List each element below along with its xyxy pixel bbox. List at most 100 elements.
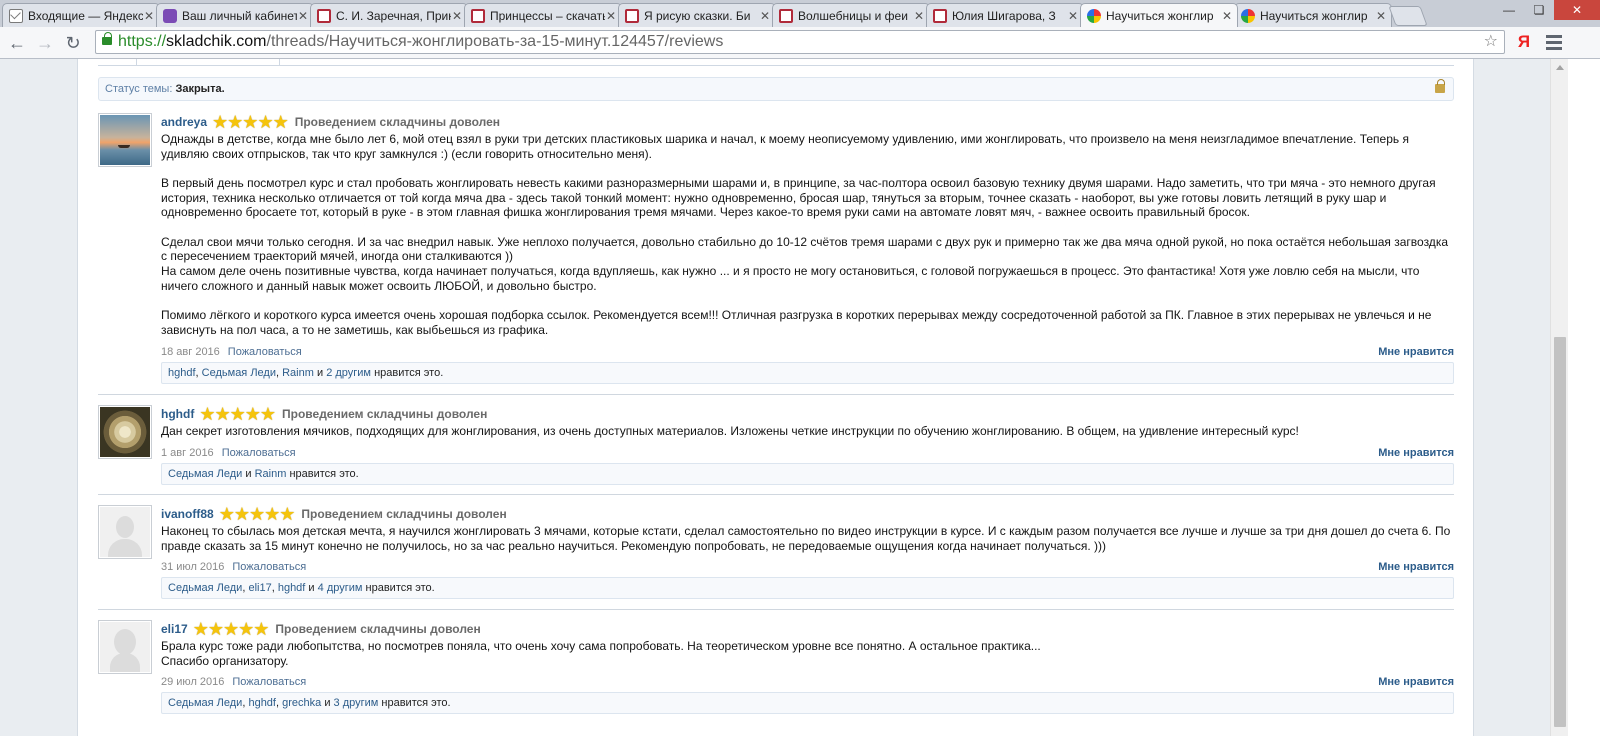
browser-toolbar: ← → ↻ https://skladchik.com/threads/Науч… <box>0 27 1600 59</box>
review-paragraph: Сделал свои мячи только сегодня. И за ча… <box>161 234 1448 293</box>
browser-tab-8[interactable]: Научиться жонглир ✕ <box>1080 3 1238 27</box>
likes-suffix: нравится это. <box>374 366 444 379</box>
page-scrollbar[interactable] <box>1550 59 1569 736</box>
liker-link[interactable]: eli17 <box>248 582 271 594</box>
bookmark-star-icon[interactable]: ☆ <box>1484 31 1498 53</box>
username-link[interactable]: andreya <box>161 115 207 129</box>
close-tab-icon[interactable]: ✕ <box>1221 9 1233 23</box>
cube-icon <box>163 8 177 23</box>
browser-tab-6[interactable]: Волшебницы и феи ✕ <box>772 3 930 27</box>
browser-tab-3[interactable]: С. И. Заречная, Прин ✕ <box>310 3 468 27</box>
like-button[interactable]: Мне нравится <box>1378 344 1454 360</box>
review-content: eli17 ★★★★★ Проведением складчины доволен Б… <box>161 620 1454 715</box>
browser-tab-4[interactable]: Принцессы – скачать ✕ <box>464 3 622 27</box>
minimize-icon[interactable]: — <box>1494 0 1524 20</box>
username-link[interactable]: hghdf <box>161 407 194 421</box>
liker-link[interactable]: Седьмая Леди <box>168 468 242 480</box>
liker-link[interactable]: Седьмая Леди <box>168 582 242 594</box>
likers-more-link[interactable]: Rainm <box>255 468 287 480</box>
report-link[interactable]: Пожаловаться <box>232 561 306 573</box>
likers-more-link[interactable]: 3 другим <box>334 697 379 709</box>
menu-icon[interactable] <box>1546 35 1562 53</box>
close-tab-icon[interactable]: ✕ <box>759 9 771 23</box>
likes-summary: Седьмая Леди и Rainm нравится это. <box>161 462 1454 485</box>
review-divider <box>98 394 1454 395</box>
close-tab-icon[interactable]: ✕ <box>297 9 309 23</box>
username-link[interactable]: ivanoff88 <box>161 507 214 521</box>
new-tab-button[interactable] <box>1388 6 1428 26</box>
browser-tab-9[interactable]: Научиться жонглир ✕ <box>1234 3 1392 27</box>
liker-link[interactable]: hghdf <box>168 367 196 379</box>
tab-title: Ваш личный кабинет <box>182 8 297 23</box>
avatar-image <box>100 507 150 557</box>
back-arrow-icon[interactable]: ← <box>6 32 28 54</box>
likers-more-link[interactable]: 4 другим <box>318 582 363 594</box>
review-meta: 31 июл 2016 Пожаловаться Мне нравится <box>161 559 1454 575</box>
review-header: ivanoff88 ★★★★★ Проведением складчины дово… <box>161 505 1454 523</box>
browser-tab-1[interactable]: Входящие — Яндекс.Почта✕ <box>2 3 160 27</box>
close-tab-icon[interactable]: ✕ <box>605 9 617 23</box>
review-paragraph: В первый день посмотрел курс и стал проб… <box>161 176 1436 220</box>
avatar[interactable] <box>98 505 152 559</box>
tab-reviews[interactable] <box>136 59 280 66</box>
review-paragraph: Однажды в детстве, когда мне было лет 6,… <box>161 132 1409 161</box>
close-tab-icon[interactable]: ✕ <box>913 9 925 23</box>
browser-tab-bar: Входящие — Яндекс.Почта✕Ваш личный кабин… <box>0 0 1600 27</box>
book-icon <box>317 8 331 23</box>
username-link[interactable]: eli17 <box>161 622 188 636</box>
close-tab-icon[interactable]: ✕ <box>451 9 463 23</box>
likers-join-word: и <box>324 697 331 710</box>
likers-more-link[interactable]: 2 другим <box>326 367 371 379</box>
avatar[interactable] <box>98 405 152 459</box>
likes-suffix: нравится это. <box>365 582 435 595</box>
window-controls: — ❏ ✕ <box>1494 0 1600 20</box>
avatar[interactable] <box>98 113 152 167</box>
browser-tab-7[interactable]: Юлия Шигарова, З ✕ <box>926 3 1084 27</box>
report-link[interactable]: Пожаловаться <box>228 346 302 358</box>
close-tab-icon[interactable]: ✕ <box>143 9 155 23</box>
reload-icon[interactable]: ↻ <box>62 32 84 54</box>
like-button[interactable]: Мне нравится <box>1378 674 1454 690</box>
scroll-up-arrow-icon[interactable] <box>1556 65 1564 70</box>
review-text: Наконец то сбылась моя детская мечта, я … <box>161 524 1454 553</box>
close-tab-icon[interactable]: ✕ <box>1375 9 1387 23</box>
browser-tab-5[interactable]: Я рисую сказки. Би ✕ <box>618 3 776 27</box>
liker-link[interactable]: Rainm <box>282 367 314 379</box>
tab-title: Принцессы – скачать <box>490 8 605 23</box>
rating-text: Проведением складчины доволен <box>294 115 501 129</box>
liker-link[interactable]: grechka <box>282 697 321 709</box>
url-scheme: https:// <box>118 33 167 50</box>
report-link[interactable]: Пожаловаться <box>222 447 296 459</box>
review-date: 31 июл 2016 <box>161 561 225 574</box>
rating-text: Проведением складчины доволен <box>275 622 481 636</box>
like-button[interactable]: Мне нравится <box>1378 559 1454 575</box>
likers-join-word: и <box>308 582 315 595</box>
review-text: Брала курс тоже ради любопытства, но пос… <box>161 639 1454 668</box>
review-text: Однажды в детстве, когда мне было лет 6,… <box>161 132 1454 338</box>
padlock-icon <box>1435 79 1445 93</box>
status-label: Статус темы: <box>105 83 173 95</box>
liker-link[interactable]: Седьмая Леди <box>202 367 276 379</box>
review-content: hghdf ★★★★★ Проведением складчины доволен Д… <box>161 405 1454 485</box>
browser-tab-2[interactable]: Ваш личный кабинет ✕ <box>156 3 314 27</box>
liker-link[interactable]: hghdf <box>278 582 306 594</box>
liker-link[interactable]: hghdf <box>248 697 276 709</box>
liker-link[interactable]: Седьмая Леди <box>168 697 242 709</box>
likes-suffix: нравится это. <box>289 467 359 480</box>
scrollbar-thumb[interactable] <box>1554 337 1566 727</box>
forward-arrow-icon[interactable]: → <box>34 32 56 54</box>
likers-join-word: и <box>316 366 324 379</box>
review-meta: 1 авг 2016 Пожаловаться Мне нравится <box>161 445 1454 461</box>
review-date: 29 июл 2016 <box>161 676 225 689</box>
avatar-image <box>100 622 150 672</box>
report-link[interactable]: Пожаловаться <box>232 676 306 688</box>
like-button[interactable]: Мне нравится <box>1378 445 1454 461</box>
url-path: /threads/Научиться-жонглировать-за-15-ми… <box>266 33 724 50</box>
yandex-icon[interactable]: Я <box>1513 31 1535 53</box>
avatar[interactable] <box>98 620 152 674</box>
maximize-icon[interactable]: ❏ <box>1524 0 1554 20</box>
close-window-icon[interactable]: ✕ <box>1554 0 1600 20</box>
address-bar[interactable]: https://skladchik.com/threads/Научиться-… <box>95 30 1505 54</box>
ball-icon <box>1241 8 1255 23</box>
close-tab-icon[interactable]: ✕ <box>1067 9 1079 23</box>
